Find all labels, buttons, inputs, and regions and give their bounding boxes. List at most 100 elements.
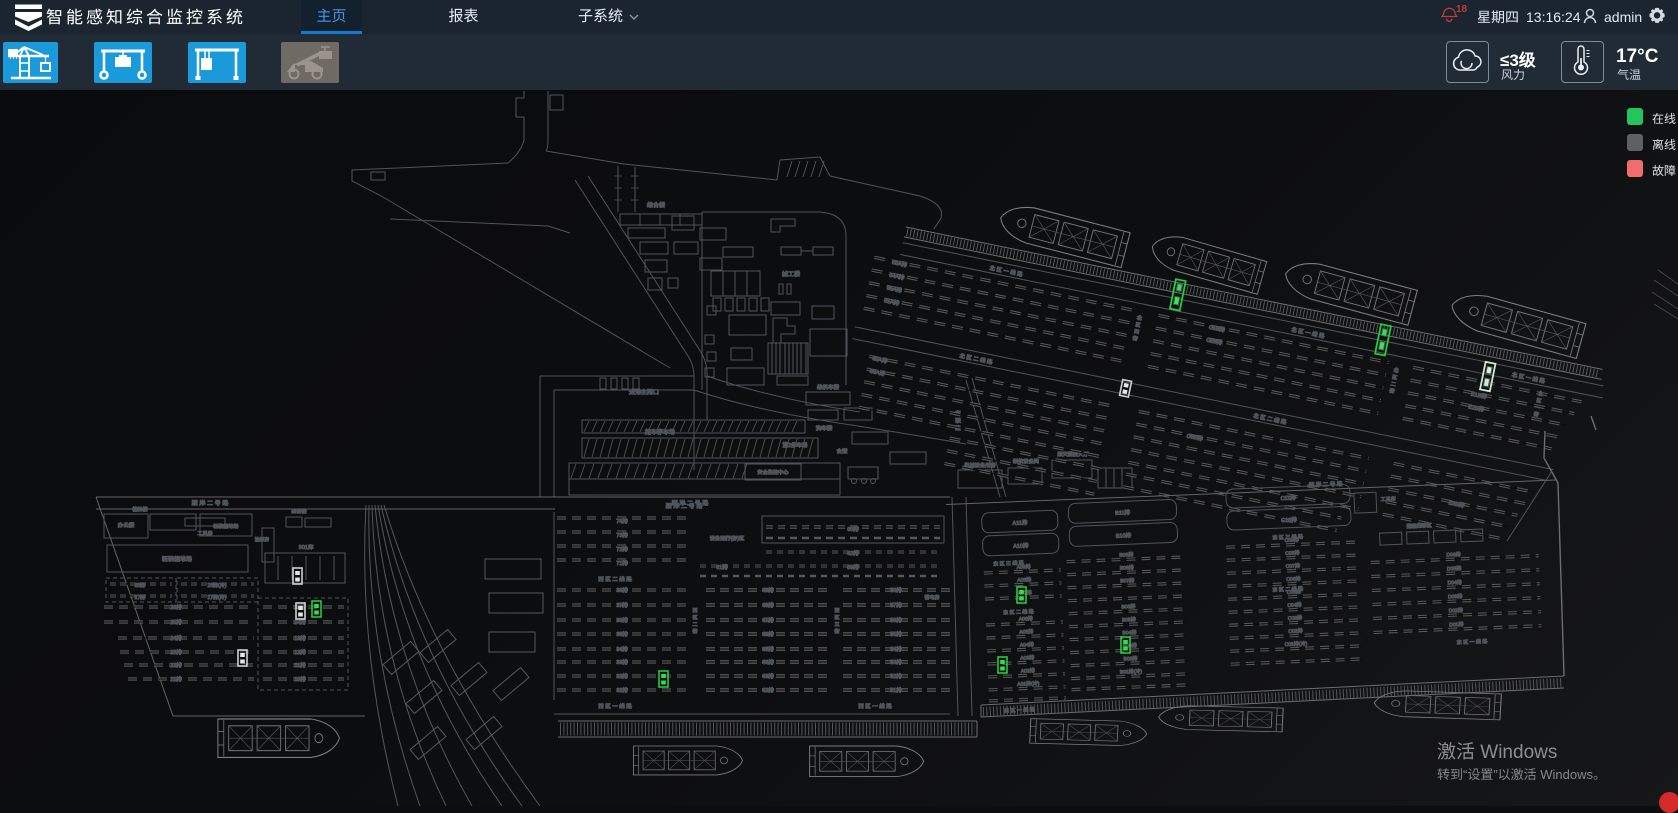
svg-text:59排: 59排: [847, 564, 859, 571]
svg-text:D06排: D06排: [1446, 551, 1460, 559]
svg-text:街: 街: [1533, 411, 1539, 419]
svg-text:东 区 一 线 路: 东 区 一 线 路: [1004, 706, 1035, 714]
svg-text:北: 北: [1393, 367, 1399, 375]
svg-text:D04排: D04排: [1447, 579, 1461, 587]
svg-text:拖车停车场: 拖车停车场: [645, 428, 675, 436]
svg-text:43排: 43排: [762, 673, 774, 680]
svg-text:44排: 44排: [762, 659, 774, 666]
svg-text:D05排: D05排: [1447, 565, 1461, 573]
svg-text:A04排: A04排: [1020, 641, 1034, 649]
svg-text:A06排: A06排: [1019, 615, 1033, 623]
svg-text:西: 西: [834, 608, 839, 614]
svg-text:北: 北: [1136, 314, 1142, 322]
svg-text:57排: 57排: [890, 602, 902, 609]
svg-text:联: 联: [955, 418, 961, 425]
svg-text:18: 18: [1456, 4, 1468, 15]
svg-text:C08排: C08排: [1285, 549, 1299, 557]
svg-text:二: 二: [1390, 381, 1396, 388]
svg-text:综合楼: 综合楼: [291, 508, 306, 515]
svg-text:65A排: 65A排: [886, 284, 903, 294]
svg-text:办公楼: 办公楼: [118, 522, 135, 529]
svg-text:31排: 31排: [616, 687, 628, 694]
svg-text:21排: 21排: [170, 676, 182, 683]
svg-text:A05排: A05排: [1019, 628, 1033, 636]
svg-text:60排: 60排: [847, 526, 859, 533]
svg-text:C11排: C11排: [1280, 494, 1296, 502]
svg-text:油泵房: 油泵房: [255, 536, 270, 543]
svg-text:检验楼: 检验楼: [132, 506, 147, 513]
svg-text:安全监控中心: 安全监控中心: [757, 469, 788, 476]
svg-text:一: 一: [1534, 405, 1540, 412]
svg-text:A08排: A08排: [1017, 576, 1031, 584]
svg-text:26排: 26排: [170, 604, 182, 611]
svg-text:53排: 53排: [890, 659, 902, 666]
svg-text:28排: 28排: [135, 582, 146, 589]
svg-text:51排: 51排: [890, 687, 902, 694]
svg-text:新航设备间: 新航设备间: [1013, 458, 1039, 465]
svg-text:B09排: B09排: [1119, 551, 1133, 559]
svg-text:25排: 25排: [170, 619, 182, 626]
svg-text:10排: 10排: [294, 676, 306, 683]
svg-text:E2B排: E2B排: [1468, 403, 1485, 413]
svg-text:55排: 55排: [890, 631, 902, 638]
svg-text:C02排: C02排: [1288, 627, 1302, 635]
svg-text:B05排: B05排: [1122, 616, 1136, 624]
svg-text:A02排: A02排: [1021, 667, 1035, 675]
svg-text:B02排: B02排: [1123, 655, 1137, 663]
svg-text:香电房: 香电房: [924, 594, 939, 601]
svg-text:13排: 13排: [294, 635, 306, 642]
svg-text:四: 四: [1133, 329, 1139, 336]
svg-text:二: 二: [692, 622, 697, 628]
svg-text:38排: 38排: [616, 587, 628, 594]
svg-text:B01排(冷): B01排(冷): [1120, 668, 1143, 676]
svg-text:街: 街: [1389, 387, 1395, 395]
svg-text:35排: 35排: [616, 631, 628, 638]
svg-text:C03排: C03排: [1288, 614, 1302, 622]
svg-text:E1B排: E1B排: [1470, 391, 1487, 401]
svg-text:301库: 301库: [299, 544, 314, 551]
svg-text:工具房: 工具房: [197, 530, 212, 537]
svg-text:C07排: C07排: [1286, 562, 1300, 570]
svg-text:23排: 23排: [170, 649, 182, 656]
svg-text:52排: 52排: [890, 673, 902, 680]
svg-text:22排: 22排: [170, 662, 182, 669]
svg-text:27排: 27排: [135, 594, 146, 601]
svg-text:C01排(冷): C01排(冷): [1285, 640, 1308, 648]
svg-text:E3B排: E3B排: [1448, 499, 1465, 509]
svg-text:翻箱维修区: 翻箱维修区: [1407, 522, 1432, 530]
svg-text:顺 岸 二 号 路: 顺 岸 二 号 路: [672, 499, 709, 507]
svg-text:48排: 48排: [762, 602, 774, 609]
svg-text:74排: 74排: [616, 518, 628, 525]
svg-text:洗车楼: 洗车楼: [816, 425, 833, 432]
svg-text:A09排: A09排: [1017, 563, 1031, 571]
svg-text:区: 区: [692, 615, 697, 621]
svg-text:72排: 72排: [616, 546, 628, 553]
svg-text:12排: 12排: [294, 649, 306, 656]
svg-text:C09排: C09排: [1285, 536, 1299, 544]
svg-text:C10排: C10排: [1281, 516, 1297, 524]
svg-text:B07排: B07排: [1120, 577, 1134, 585]
svg-text:D01排: D01排: [1449, 621, 1463, 629]
svg-text:维机车楼: 维机车楼: [817, 384, 840, 391]
svg-text:28排(冷): 28排(冷): [208, 582, 227, 589]
svg-text:D03排: D03排: [1448, 593, 1462, 601]
svg-text:B10排: B10排: [1116, 532, 1132, 540]
svg-text:D02排: D02排: [1449, 607, 1463, 615]
svg-text:46排: 46排: [762, 631, 774, 638]
svg-text:B04排: B04排: [1122, 629, 1136, 637]
svg-text:24排: 24排: [170, 635, 182, 642]
svg-text:西 区 二 线 路: 西 区 二 线 路: [598, 576, 632, 583]
svg-text:C3B排: C3B排: [1186, 433, 1204, 443]
svg-text:食堂: 食堂: [836, 448, 848, 455]
svg-text:27排(冷): 27排(冷): [208, 594, 227, 601]
svg-text:B11排: B11排: [1115, 509, 1131, 517]
svg-text:工具库: 工具库: [1381, 495, 1396, 503]
svg-text:街: 街: [834, 628, 839, 635]
svg-text:64A排: 64A排: [889, 272, 906, 282]
svg-text:新装箱堆场: 新装箱堆场: [162, 555, 192, 563]
svg-text:东 区 二 线 路: 东 区 二 线 路: [1003, 608, 1034, 616]
svg-text:58排: 58排: [890, 587, 902, 594]
svg-text:61A排: 61A排: [883, 297, 900, 307]
svg-text:街: 街: [692, 628, 697, 635]
svg-text:东 区 二 线 路: 东 区 二 线 路: [1272, 585, 1303, 593]
